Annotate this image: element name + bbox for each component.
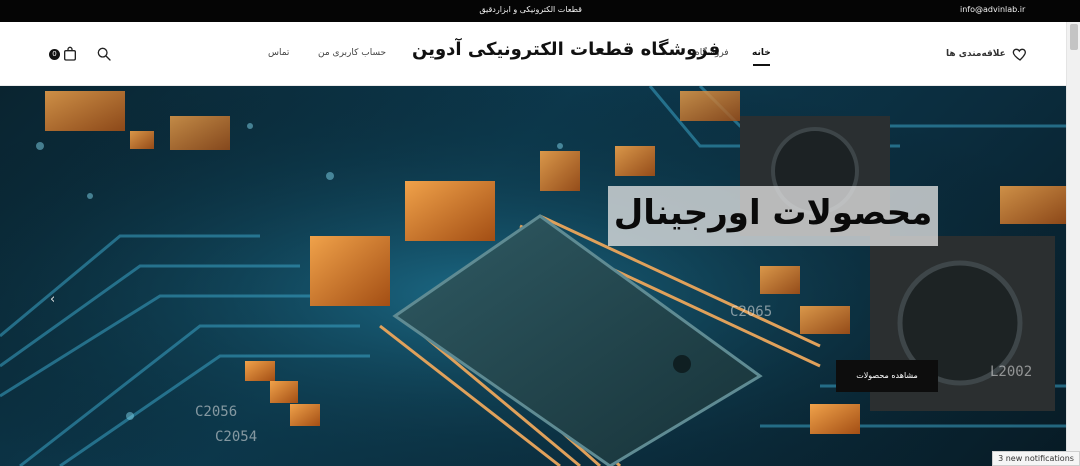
site-header: علاقه‌مندی ها خانه فروشگاه فروشگاه قطعات… [0, 22, 1066, 86]
hero-title-box: محصولات اورجینال [608, 186, 938, 246]
svg-text:L2002: L2002 [990, 364, 1032, 380]
svg-text:C2065: C2065 [730, 304, 772, 320]
search-icon[interactable] [96, 46, 112, 62]
scrollbar-thumb[interactable] [1070, 24, 1078, 50]
slider-prev-arrow[interactable]: ‹ [50, 292, 55, 307]
heart-icon [1012, 48, 1026, 61]
cart-count-badge: 0 [49, 49, 60, 60]
page-scrollbar[interactable] [1066, 22, 1080, 466]
svg-text:C2054: C2054 [215, 429, 257, 445]
site-title[interactable]: فروشگاه قطعات الکترونیکی آدوین [412, 39, 720, 60]
hero-slider: L2002 C2056 C2054 C2065 ‹ محصولات اورجین… [0, 86, 1066, 466]
circuit-board-image: L2002 C2056 C2054 C2065 [0, 86, 1066, 466]
svg-text:C2056: C2056 [195, 404, 237, 420]
tagline: قطعات الکترونیکی و ابزاردقیق [479, 5, 582, 14]
nav-contact[interactable]: تماس [268, 48, 289, 58]
nav-home[interactable]: خانه [752, 48, 771, 66]
nav-my-account[interactable]: حساب کاربری من [318, 48, 386, 58]
notifications-badge[interactable]: 3 new notifications [992, 451, 1080, 466]
wishlist-label: علاقه‌مندی ها [946, 49, 1006, 59]
hero-title: محصولات اورجینال [613, 193, 933, 233]
view-products-button[interactable]: مشاهده محصولات [836, 360, 938, 392]
top-bar: info@advinlab.ir قطعات الکترونیکی و ابزا… [0, 0, 1080, 22]
contact-email[interactable]: info@advinlab.ir [960, 5, 1025, 14]
shopping-bag-icon[interactable] [62, 46, 78, 62]
wishlist-link[interactable]: علاقه‌مندی ها [946, 45, 1028, 63]
